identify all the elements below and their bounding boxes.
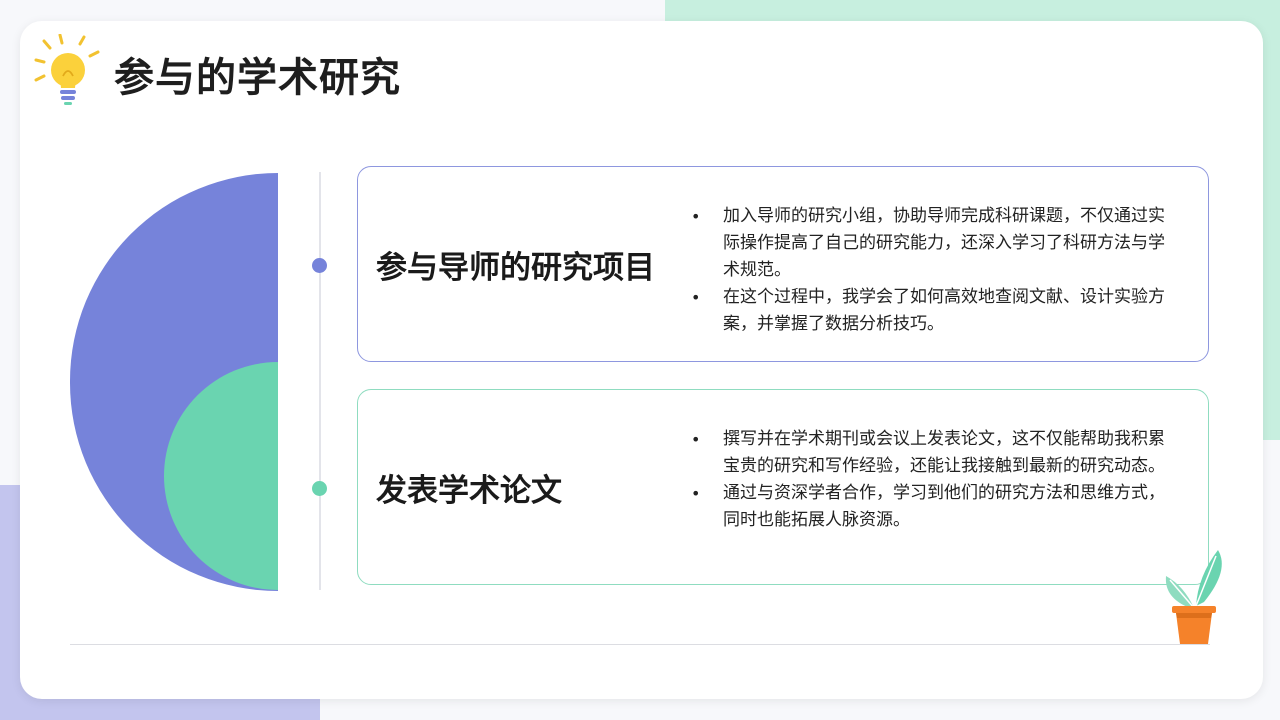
item-card-research-project: 参与导师的研究项目 加入导师的研究小组，协助导师完成科研课题，不仅通过实际操作提… [357, 166, 1209, 362]
timeline-dot-1 [312, 258, 327, 273]
item-card-publish-papers: 发表学术论文 撰写并在学术期刊或会议上发表论文，这不仅能帮助我积累宝贵的研究和写… [357, 389, 1209, 585]
list-item: 加入导师的研究小组，协助导师完成科研课题，不仅通过实际操作提高了自己的研究能力，… [688, 203, 1178, 284]
list-item: 撰写并在学术期刊或会议上发表论文，这不仅能帮助我积累宝贵的研究和写作经验，还能让… [688, 426, 1178, 480]
item-heading: 参与导师的研究项目 [376, 249, 655, 286]
list-item: 通过与资深学者合作，学习到他们的研究方法和思维方式，同时也能拓展人脉资源。 [688, 480, 1178, 534]
slide: 参与的学术研究 参与导师的研究项目 加入导师的研究小组，协助导师完成科研课题，不… [0, 0, 1280, 720]
list-item: 在这个过程中，我学会了如何高效地查阅文献、设计实验方案，并掌握了数据分析技巧。 [688, 284, 1178, 338]
page-title: 参与的学术研究 [114, 55, 401, 101]
item-heading: 发表学术论文 [376, 472, 562, 509]
bullet-list: 加入导师的研究小组，协助导师完成科研课题，不仅通过实际操作提高了自己的研究能力，… [688, 203, 1178, 338]
timeline-dot-2 [312, 481, 327, 496]
bullet-list: 撰写并在学术期刊或会议上发表论文，这不仅能帮助我积累宝贵的研究和写作经验，还能让… [688, 426, 1178, 534]
timeline-line [319, 172, 321, 590]
lightbulb-icon [34, 34, 100, 105]
potted-plant-icon [1165, 550, 1222, 644]
footer-divider [70, 644, 1210, 645]
